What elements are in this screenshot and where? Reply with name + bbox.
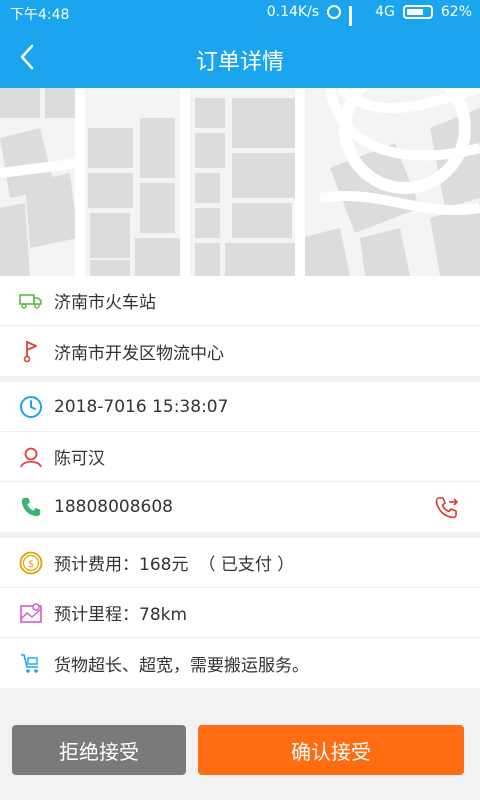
origin-address: 济南市火车站 [54,293,156,313]
estimated-mileage: 预计里程：78km [54,605,188,625]
battery-icon [402,5,433,19]
cart-icon [18,650,44,676]
confirm-button[interactable]: 确认接受 [198,725,464,775]
action-bar: 拒绝接受 确认接受 [0,715,480,800]
fee-row: $ 预计费用：168元 （ 已支付 ） [0,538,480,588]
cargo-note: 货物超长、超宽，需要搬运服务。 [54,655,309,676]
origin-row: 济南市火车站 [0,276,480,326]
coin-icon: $ [18,550,44,576]
destination-row: 济南市开发区物流中心 [0,326,480,376]
clock-icon [18,394,44,420]
flag-pin-icon [18,338,44,364]
order-info: 济南市火车站 济南市开发区物流中心 2018-7016 15:38:07 陈可汉… [0,276,480,696]
signal-icon [349,6,367,33]
phone-row: 18808008608 [0,482,480,532]
status-right: 0.14K/s 4G 62% [266,4,472,33]
paid-status: （ 已支付 ） [198,555,295,575]
route-group: 济南市火车站 济南市开发区物流中心 [0,276,480,376]
battery-level: 62% [440,4,472,20]
page-title: 订单详情 [195,50,284,75]
person-icon [18,444,44,470]
nav-bar: 订单详情 [0,26,480,88]
truck-icon [18,288,44,314]
destination-address: 济南市开发区物流中心 [54,343,224,364]
svg-text:$: $ [28,559,34,570]
map-illustration [0,88,480,276]
map-distance-icon [18,600,44,626]
time-row: 2018-7016 15:38:07 [0,382,480,432]
name-row: 陈可汉 [0,432,480,482]
contact-group: 2018-7016 15:38:07 陈可汉 18808008608 [0,382,480,532]
reject-button[interactable]: 拒绝接受 [12,725,186,775]
estimated-fee: 预计费用：168元 [54,555,189,575]
network-type: 4G [375,4,395,20]
order-datetime: 2018-7016 15:38:07 [54,396,229,417]
map-view[interactable] [0,88,480,276]
call-transfer-icon[interactable] [434,494,460,520]
status-time: 下午4:48 [10,7,70,23]
network-speed: 0.14K/s [266,4,320,20]
contact-name: 陈可汉 [54,449,105,469]
note-row: 货物超长、超宽，需要搬运服务。 [0,638,480,688]
mileage-row: 预计里程：78km [0,588,480,638]
contact-phone: 18808008608 [54,497,173,517]
status-bar: 下午4:48 0.14K/s 4G 62% [0,0,480,33]
detail-group: $ 预计费用：168元 （ 已支付 ） 预计里程：78km 货物超长、超宽，需要… [0,538,480,688]
alarm-icon [327,5,342,19]
phone-icon [18,494,44,520]
